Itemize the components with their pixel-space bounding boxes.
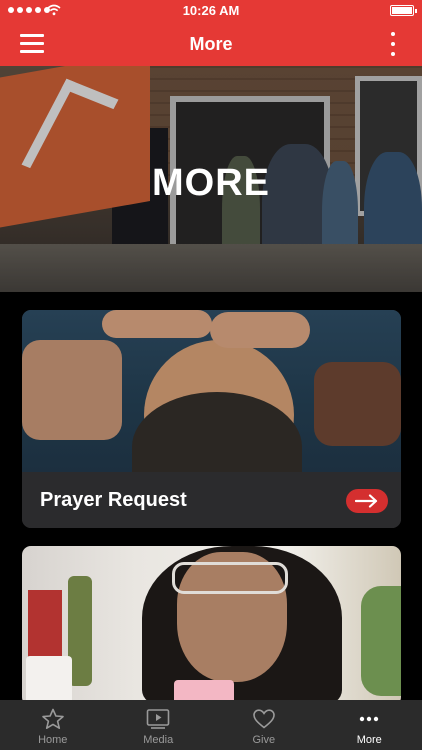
page-title: More [189,34,233,54]
content-card[interactable] [22,546,401,706]
tab-bar: Home Media Give More [0,700,422,750]
tab-label: Media [143,734,174,746]
tab-label: Give [252,734,276,746]
hero-title: MORE [152,162,270,204]
star-icon [41,708,64,729]
tab-give[interactable]: Give [211,700,317,750]
arrow-right-button[interactable] [346,489,388,513]
play-icon [146,709,170,729]
card-footer: Prayer Request [22,472,401,528]
header: 10:26 AM More [0,0,422,66]
app-bar: More [0,22,422,66]
prayer-photo [22,310,401,472]
more-dots-icon [360,716,379,722]
tab-label: Home [38,734,68,746]
prayer-request-card[interactable]: Prayer Request [22,310,401,528]
tab-home[interactable]: Home [0,700,106,750]
hero-banner: MORE [0,66,422,292]
tab-more[interactable]: More [317,700,422,750]
card-title: Prayer Request [40,489,187,511]
battery-icon [390,5,417,16]
tab-media[interactable]: Media [106,700,212,750]
status-bar: 10:26 AM [0,0,422,22]
overflow-menu-icon[interactable] [388,32,398,56]
heart-icon [252,709,275,729]
status-time: 10:26 AM [182,3,240,18]
woman-phone-photo [22,546,401,706]
tab-label: More [356,734,382,746]
arrow-right-icon [355,494,378,508]
